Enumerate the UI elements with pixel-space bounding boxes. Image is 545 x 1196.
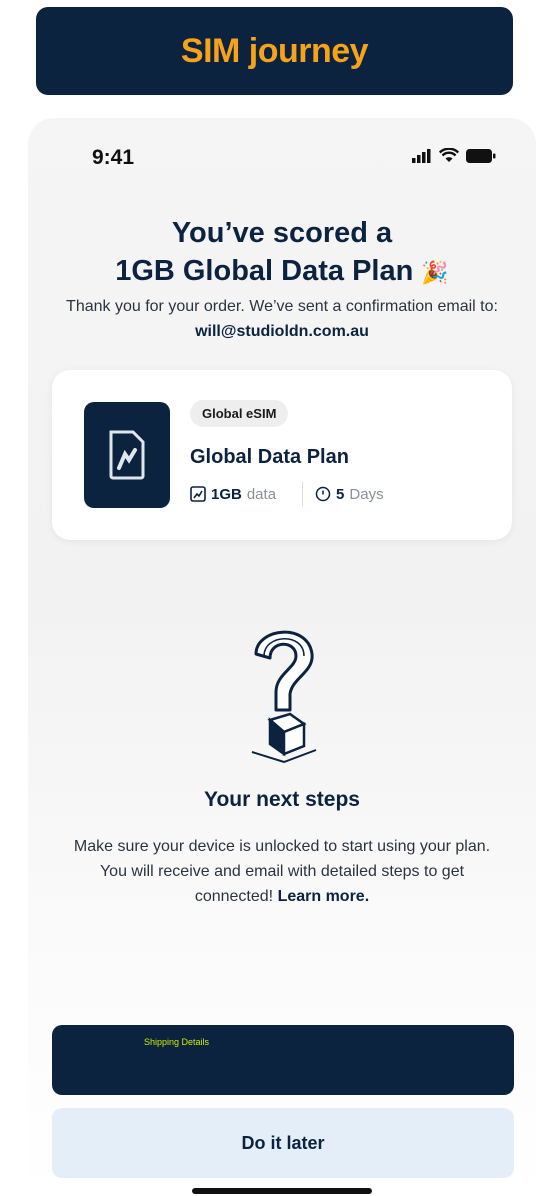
banner-title: SIM journey bbox=[180, 31, 369, 70]
status-time: 9:41 bbox=[92, 146, 135, 169]
confirmation-message: Thank you for your order. We’ve sent a c… bbox=[52, 294, 512, 344]
learn-more-link[interactable]: Learn more. bbox=[278, 888, 370, 905]
days-amount: 5 bbox=[336, 485, 345, 503]
wifi-icon bbox=[439, 148, 459, 162]
plan-card[interactable]: Global eSIM Global Data Plan 1GB data 5 … bbox=[52, 370, 512, 540]
party-popper-icon: 🎉 bbox=[421, 260, 449, 285]
question-mark-icon bbox=[251, 630, 317, 764]
shipping-details-label: Shipping Details bbox=[144, 1037, 210, 1047]
plan-name: Global Data Plan bbox=[190, 446, 349, 468]
confirmation-email: will@studioldn.com.au bbox=[195, 323, 369, 340]
confirmation-headline: You’ve scored a 1GB Global Data Plan 🎉 bbox=[28, 214, 536, 292]
esim-badge: Global eSIM bbox=[190, 400, 289, 427]
signal-icon bbox=[412, 148, 431, 163]
status-icons bbox=[412, 148, 496, 163]
headline-line-1: You’ve scored a bbox=[171, 217, 393, 249]
status-bar: 9:41 bbox=[28, 118, 536, 198]
next-steps-text: Make sure your device is unlocked to sta… bbox=[62, 834, 502, 909]
meta-divider bbox=[302, 482, 304, 506]
data-amount: 1GB bbox=[211, 485, 242, 503]
home-indicator bbox=[192, 1188, 372, 1194]
headline-plan: 1GB Global Data Plan bbox=[115, 255, 414, 287]
thank-you-text: Thank you for your order. We’ve sent a c… bbox=[66, 298, 498, 315]
days-unit: Days bbox=[349, 485, 384, 503]
headline-line-2: 1GB Global Data Plan 🎉 bbox=[28, 252, 536, 292]
data-chart-icon bbox=[190, 486, 206, 502]
shipping-details-button[interactable]: Shipping Details bbox=[52, 1025, 514, 1095]
journey-banner: SIM journey bbox=[36, 7, 513, 95]
phone-screen: 9:41 You’ve scored a 1GB Global Data Pla… bbox=[28, 118, 536, 1196]
sim-card-icon bbox=[84, 402, 170, 508]
do-it-later-button[interactable]: Do it later bbox=[52, 1108, 514, 1178]
battery-icon bbox=[466, 148, 496, 163]
clock-icon bbox=[315, 486, 331, 502]
next-steps-title: Your next steps bbox=[204, 788, 360, 811]
data-unit: data bbox=[246, 485, 277, 503]
plan-meta: 1GB data 5 Days bbox=[190, 482, 384, 506]
